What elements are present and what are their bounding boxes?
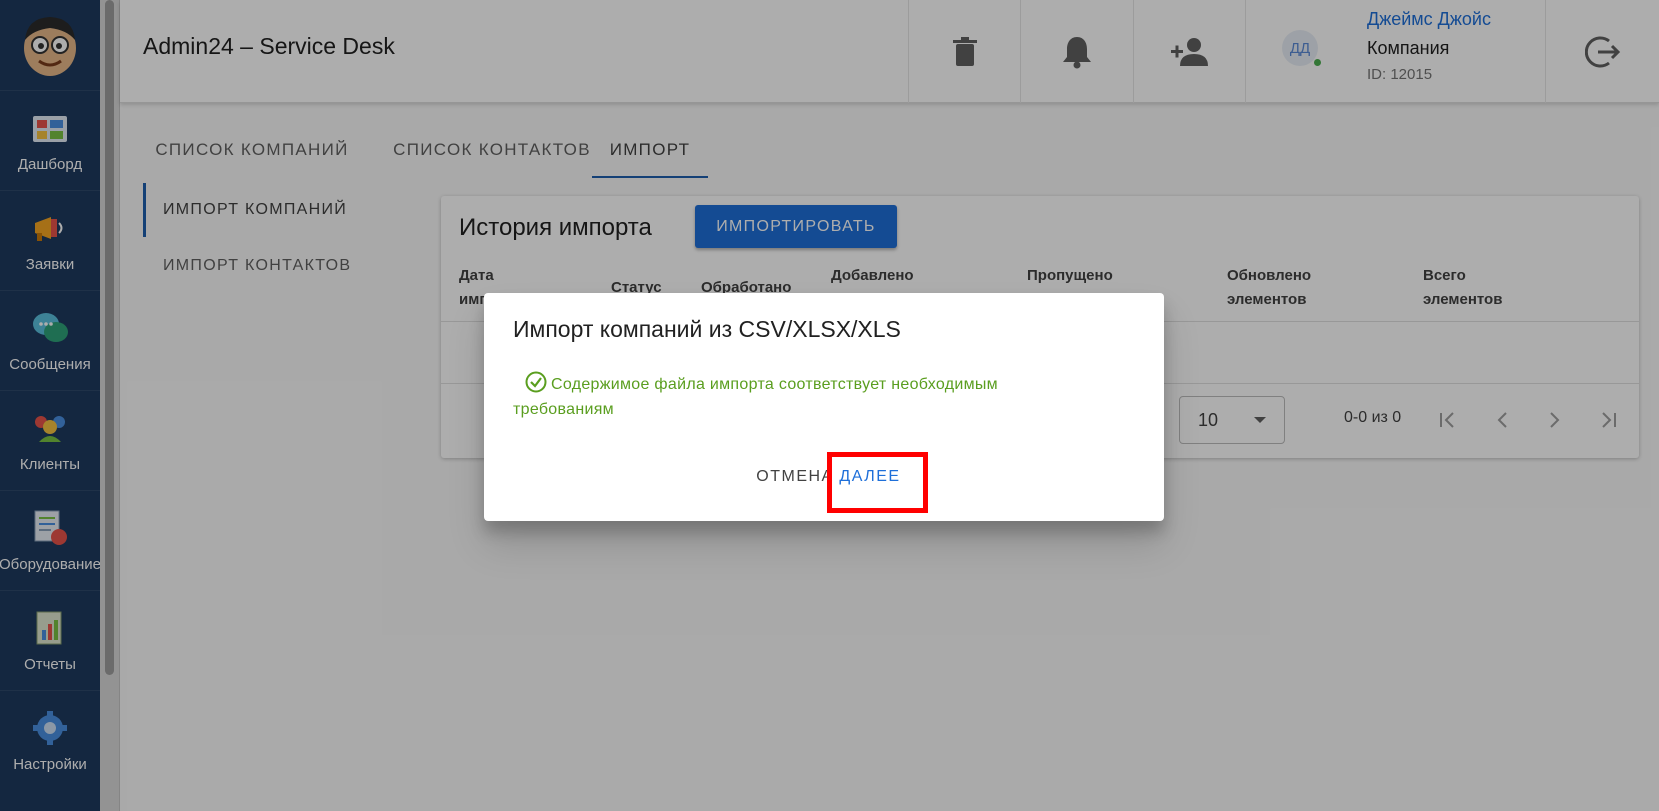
import-dialog: Импорт компаний из CSV/XLSX/XLS Содержим… [484,293,1164,521]
next-button-highlight [827,452,928,513]
check-circle-icon [525,371,547,393]
dialog-title: Импорт компаний из CSV/XLSX/XLS [513,316,901,342]
validation-success-message: Содержимое файла импорта соответствует н… [513,371,1081,422]
